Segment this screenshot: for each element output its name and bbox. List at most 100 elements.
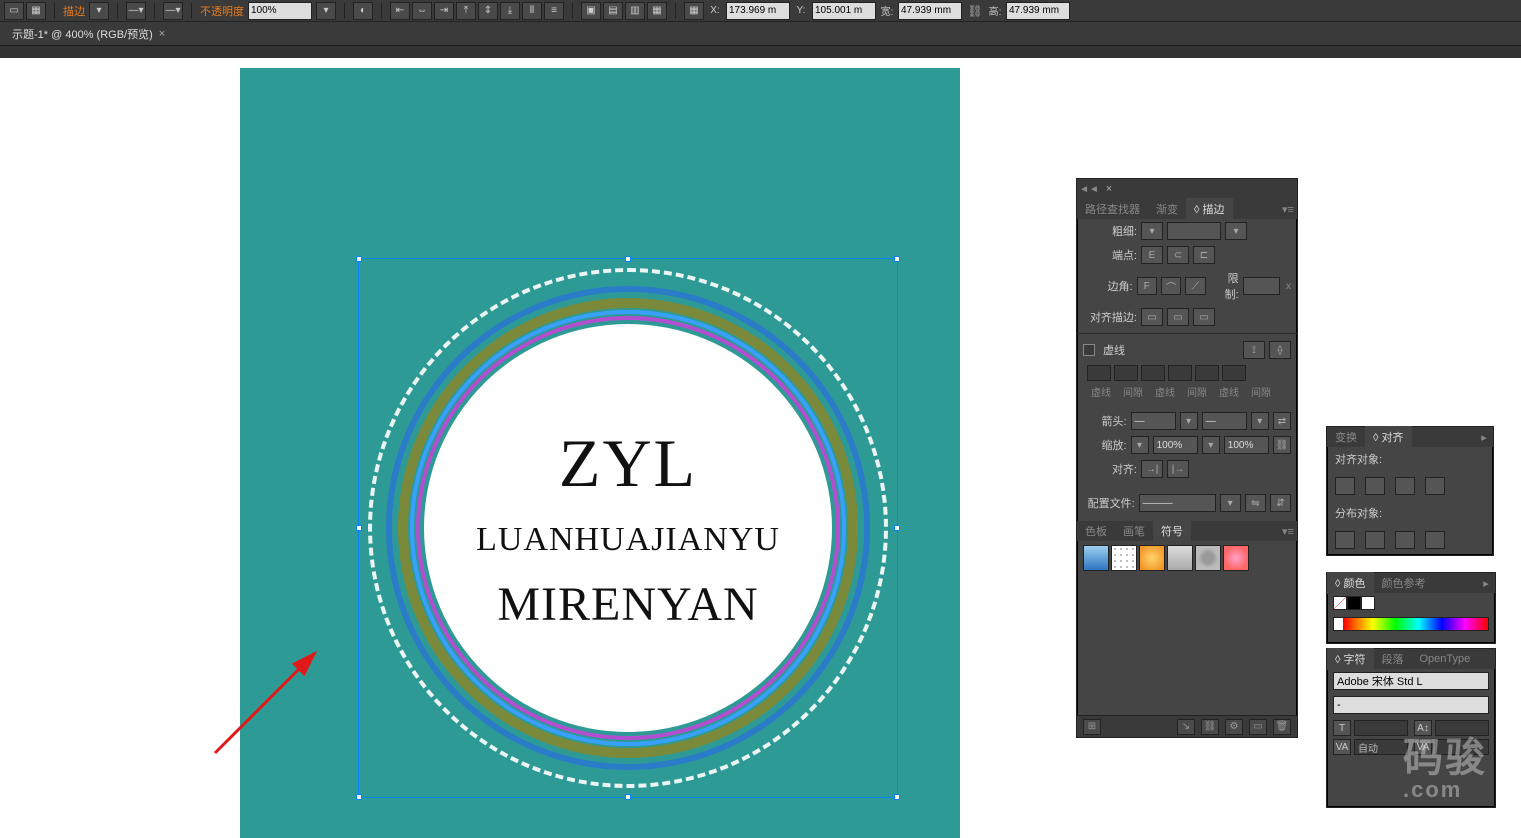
panel-menu-icon[interactable]: ▾≡ (1279, 203, 1297, 216)
font-style-field[interactable] (1333, 696, 1489, 714)
close-tab-icon[interactable]: × (159, 28, 165, 40)
tab-color-guide[interactable]: 颜色参考 (1374, 572, 1434, 594)
resize-handle-bl[interactable] (356, 794, 362, 800)
link-scale-icon[interactable]: ⛓ (1273, 436, 1291, 454)
resize-handle-ml[interactable] (356, 525, 362, 531)
obj-align-hcenter-icon[interactable] (1365, 477, 1385, 495)
flip-h-icon[interactable]: ⇋ (1245, 494, 1266, 512)
transform-ref-icon[interactable]: ▦ (684, 2, 704, 20)
dash-preserve-icon[interactable]: ⟟ (1243, 341, 1265, 359)
break-link-icon[interactable]: ⛓ (1201, 719, 1219, 735)
arrow-start-menu[interactable]: ▾ (1180, 412, 1198, 430)
tab-color[interactable]: ◊ 颜色 (1327, 572, 1374, 594)
corner-bevel-icon[interactable]: ⟋ (1185, 277, 1205, 295)
dist-left-icon[interactable] (1425, 531, 1445, 549)
dist-vcenter-icon[interactable] (1365, 531, 1385, 549)
scale-right-field[interactable]: 100% (1224, 436, 1269, 454)
tab-brushes[interactable]: 画笔 (1115, 520, 1153, 542)
resize-handle-br[interactable] (894, 794, 900, 800)
tab-character[interactable]: ◊ 字符 (1327, 648, 1374, 670)
ref-point-picker[interactable]: ▦ (26, 2, 46, 20)
flip-v-icon[interactable]: ⇵ (1270, 494, 1291, 512)
align-bottom-icon[interactable]: ⤓ (500, 2, 520, 20)
align-menu-icon[interactable]: ▸ (1475, 431, 1493, 444)
symbol-options-icon[interactable]: ⚙ (1225, 719, 1243, 735)
stroke-panel[interactable]: ◄◄ × 路径查找器 渐变 ◊ 描边 ▾≡ 粗细: ▾ ▾ 端点: E ⊂ ⊏ … (1076, 178, 1298, 738)
profile-dropdown[interactable]: ——— (1139, 494, 1216, 512)
unite-icon[interactable]: ▣ (581, 2, 601, 20)
tab-gradient[interactable]: 渐变 (1148, 198, 1186, 220)
link-wh-icon[interactable]: ⛓ (966, 2, 984, 20)
selection-bounding-box[interactable] (358, 258, 898, 798)
x-field[interactable] (726, 2, 790, 20)
exclude-icon[interactable]: ▦ (647, 2, 667, 20)
brush-dropdown[interactable]: —▾ (126, 2, 146, 20)
fill-none-chip[interactable] (1333, 596, 1347, 610)
resize-handle-tl[interactable] (356, 256, 362, 262)
fill-black-chip[interactable] (1347, 596, 1361, 610)
collapse-icon[interactable]: ◄◄ (1077, 184, 1101, 195)
arrow-end-dropdown[interactable]: — (1202, 412, 1247, 430)
cap-round-icon[interactable]: ⊂ (1167, 246, 1189, 264)
minus-front-icon[interactable]: ▤ (603, 2, 623, 20)
cap-project-icon[interactable]: ⊏ (1193, 246, 1215, 264)
font-size-field[interactable] (1354, 720, 1408, 736)
align-panel[interactable]: 变换 ◊ 对齐 ▸ 对齐对象: 分布对象: (1326, 426, 1494, 556)
symbol-lib-icon[interactable]: ⊞ (1083, 719, 1101, 735)
align-hcenter-icon[interactable]: ⇔ (412, 2, 432, 20)
tab-stroke[interactable]: ◊ 描边 (1186, 198, 1233, 220)
color-menu-icon[interactable]: ▸ (1477, 577, 1495, 590)
corner-round-icon[interactable]: ⌒ (1161, 277, 1181, 295)
obj-align-top-icon[interactable] (1425, 477, 1445, 495)
tab-paragraph[interactable]: 段落 (1374, 648, 1412, 670)
align-arrow-tip-icon[interactable]: →| (1141, 460, 1163, 478)
resize-handle-bm[interactable] (625, 794, 631, 800)
opacity-dropdown[interactable]: ▾ (316, 2, 336, 20)
obj-align-right-icon[interactable] (1395, 477, 1415, 495)
obj-align-left-icon[interactable] (1335, 477, 1355, 495)
tab-symbols[interactable]: 符号 (1153, 520, 1191, 542)
symbol-gear[interactable] (1195, 545, 1221, 571)
dash-field-3[interactable] (1195, 365, 1219, 381)
symbol-cloud[interactable] (1083, 545, 1109, 571)
tab-swatches[interactable]: 色板 (1077, 520, 1115, 542)
dash-field-2[interactable] (1141, 365, 1165, 381)
arrow-start-dropdown[interactable]: — (1131, 412, 1176, 430)
align-stroke-outside-icon[interactable]: ▭ (1193, 308, 1215, 326)
dash-align-icon[interactable]: ⟠ (1269, 341, 1291, 359)
tracking-field[interactable] (1435, 739, 1489, 755)
font-family-field[interactable] (1333, 672, 1489, 690)
intersect-icon[interactable]: ▥ (625, 2, 645, 20)
align-stroke-center-icon[interactable]: ▭ (1141, 308, 1163, 326)
weight-field[interactable] (1167, 222, 1221, 240)
stroke-weight-dropdown[interactable]: ▾ (89, 2, 109, 20)
weight-dropdown[interactable]: ▾ (1225, 222, 1247, 240)
tab-opentype[interactable]: OpenType (1412, 650, 1479, 668)
height-field[interactable] (1006, 2, 1070, 20)
corner-miter-icon[interactable]: F (1137, 277, 1157, 295)
dist-h-icon[interactable]: ⫴ (522, 2, 542, 20)
y-field[interactable] (812, 2, 876, 20)
tab-align[interactable]: ◊ 对齐 (1365, 426, 1412, 448)
miter-limit-field[interactable] (1243, 277, 1280, 295)
gap-field-2[interactable] (1168, 365, 1192, 381)
align-right-icon[interactable]: ⇥ (434, 2, 454, 20)
recolor-icon[interactable]: ◐ (353, 2, 373, 20)
resize-handle-tr[interactable] (894, 256, 900, 262)
delete-symbol-icon[interactable]: 🗑 (1273, 719, 1291, 735)
place-symbol-icon[interactable]: ↘ (1177, 719, 1195, 735)
arrow-end-menu[interactable]: ▾ (1251, 412, 1269, 430)
opacity-field[interactable] (248, 2, 312, 20)
dist-top-icon[interactable] (1335, 531, 1355, 549)
symbol-ribbon[interactable] (1167, 545, 1193, 571)
scale-left-field[interactable]: 100% (1153, 436, 1198, 454)
symbol-ink[interactable] (1111, 545, 1137, 571)
align-vcenter-icon[interactable]: ⇕ (478, 2, 498, 20)
anchor-select-icon[interactable]: ▭ (4, 2, 24, 20)
panel-close-icon[interactable]: × (1101, 183, 1117, 195)
symbols-menu-icon[interactable]: ▾≡ (1279, 525, 1297, 538)
symbol-flower[interactable] (1223, 545, 1249, 571)
tab-transform[interactable]: 变换 (1327, 426, 1365, 448)
scale-left-stepper[interactable]: ▾ (1131, 436, 1149, 454)
dist-v-icon[interactable]: ≡ (544, 2, 564, 20)
